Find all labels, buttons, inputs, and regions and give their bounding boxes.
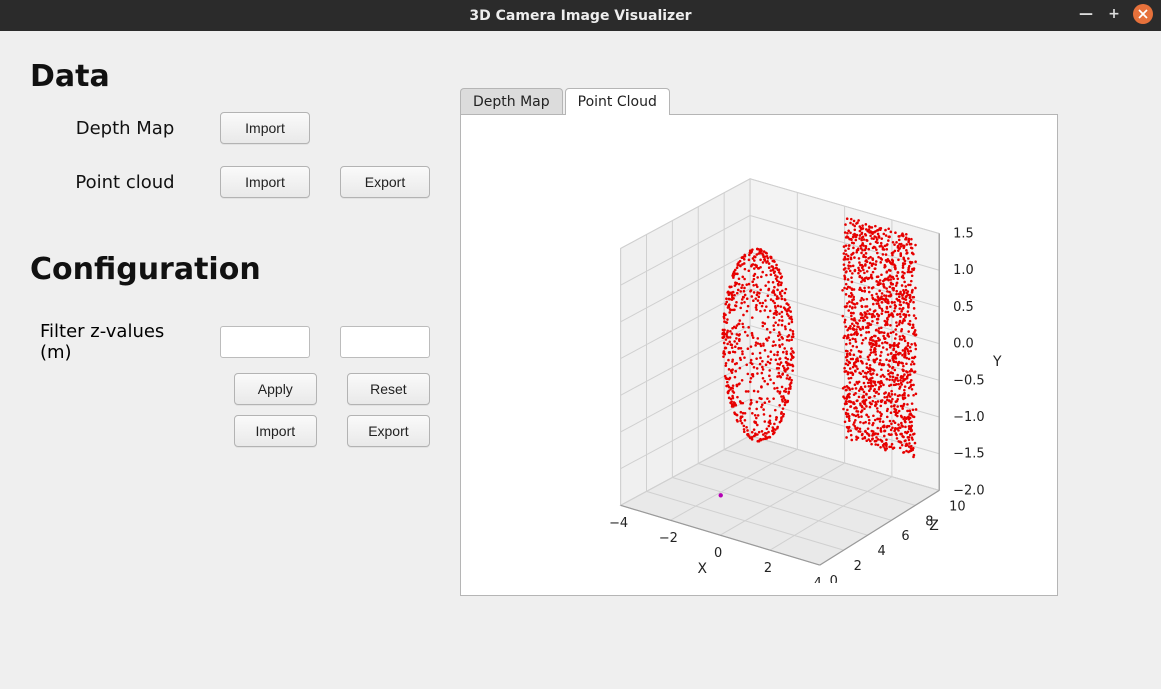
svg-text:2: 2 — [854, 559, 862, 574]
svg-text:−2: −2 — [659, 531, 678, 546]
filter-zmin-input[interactable] — [220, 326, 310, 358]
point-cloud-chart: −4−2024X0246810Z1.51.00.50.0−0.5−1.0−1.5… — [473, 127, 1045, 583]
point-cloud-import-button[interactable]: Import — [220, 166, 310, 198]
config-import-button[interactable]: Import — [234, 415, 317, 447]
apply-button[interactable]: Apply — [234, 373, 317, 405]
svg-text:Z: Z — [929, 518, 939, 534]
tabset: Depth Map Point Cloud — [460, 88, 1131, 115]
window-title: 3D Camera Image Visualizer — [0, 8, 1161, 24]
svg-text:0: 0 — [714, 546, 722, 561]
reset-button[interactable]: Reset — [347, 373, 430, 405]
svg-text:−1.0: −1.0 — [953, 410, 984, 425]
svg-text:2: 2 — [764, 561, 772, 576]
svg-text:10: 10 — [949, 499, 965, 514]
svg-text:0: 0 — [830, 574, 838, 583]
depth-map-import-button[interactable]: Import — [220, 112, 310, 144]
svg-text:Y: Y — [992, 354, 1002, 370]
depth-map-row: Depth Map Import — [30, 112, 430, 144]
depth-map-label: Depth Map — [30, 118, 220, 139]
filter-z-row: Filter z-values (m) — [30, 321, 430, 363]
window-titlebar: 3D Camera Image Visualizer — + — [0, 0, 1161, 31]
svg-text:6: 6 — [901, 529, 909, 544]
maximize-icon[interactable]: + — [1105, 5, 1123, 23]
config-export-button[interactable]: Export — [347, 415, 430, 447]
data-section-title: Data — [30, 59, 430, 94]
svg-text:X: X — [697, 561, 707, 577]
right-panel: Depth Map Point Cloud −4−2024X0246810Z1.… — [460, 31, 1161, 689]
svg-text:−0.5: −0.5 — [953, 373, 984, 388]
point-cloud-export-button[interactable]: Export — [340, 166, 430, 198]
svg-text:4: 4 — [814, 576, 822, 583]
tab-point-cloud[interactable]: Point Cloud — [565, 88, 670, 115]
config-section-title: Configuration — [30, 252, 430, 287]
svg-text:1.5: 1.5 — [953, 227, 974, 242]
point-cloud-label: Point cloud — [30, 172, 220, 193]
minimize-icon[interactable]: — — [1077, 5, 1095, 23]
tab-depth-map[interactable]: Depth Map — [460, 88, 563, 115]
plot-frame: −4−2024X0246810Z1.51.00.50.0−0.5−1.0−1.5… — [460, 114, 1058, 596]
left-panel: Data Depth Map Import Point cloud Import… — [0, 31, 460, 689]
filter-zmax-input[interactable] — [340, 326, 430, 358]
svg-text:4: 4 — [877, 544, 885, 559]
point-cloud-row: Point cloud Import Export — [30, 166, 430, 198]
svg-text:1.0: 1.0 — [953, 263, 974, 278]
svg-text:0.5: 0.5 — [953, 300, 974, 315]
filter-z-label: Filter z-values (m) — [30, 321, 190, 363]
svg-text:−1.5: −1.5 — [953, 447, 984, 462]
close-icon[interactable] — [1133, 4, 1153, 24]
svg-text:−2.0: −2.0 — [953, 483, 984, 498]
svg-text:−4: −4 — [609, 516, 628, 531]
svg-text:0.0: 0.0 — [953, 337, 974, 352]
